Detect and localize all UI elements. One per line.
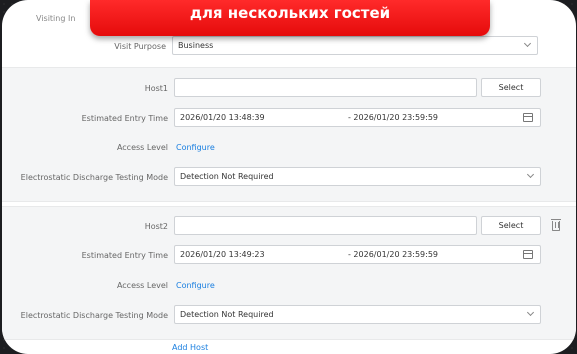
access-level-label: Access Level [116, 281, 168, 290]
entry-end-value: - 2026/01/20 23:59:59 [348, 250, 439, 259]
select-host-button[interactable]: Select [481, 78, 541, 97]
entry-end-value: - 2026/01/20 23:59:59 [348, 113, 439, 122]
calendar-icon[interactable] [523, 113, 533, 122]
host-input[interactable] [174, 78, 477, 97]
esd-mode-label: Electrostatic Discharge Testing Mode [20, 173, 168, 182]
calendar-icon[interactable] [523, 250, 533, 259]
configure-access-link[interactable]: Configure [176, 143, 215, 152]
host-input[interactable] [174, 216, 477, 235]
visit-purpose-label: Visit Purpose [114, 42, 166, 51]
entry-start-value: 2026/01/20 13:49:23 [180, 250, 265, 259]
esd-mode-value: Detection Not Required [180, 310, 274, 319]
chevron-down-icon [526, 170, 535, 179]
esd-mode-value: Detection Not Required [180, 172, 274, 181]
visitor-form-panel: Visiting In Visit Purpose Business Host1… [2, 0, 576, 354]
host-block-1: Host1 Select Estimated Entry Time 2026/0… [2, 67, 576, 202]
entry-time-range-input[interactable]: 2026/01/20 13:48:39 - 2026/01/20 23:59:5… [174, 108, 541, 127]
visit-purpose-select[interactable]: Business [172, 36, 538, 55]
access-level-label: Access Level [116, 143, 168, 152]
esd-mode-label: Electrostatic Discharge Testing Mode [20, 311, 168, 320]
chevron-down-icon [526, 308, 535, 317]
promo-banner: для нескольких гостей [90, 0, 490, 36]
configure-access-link[interactable]: Configure [176, 281, 215, 290]
host-label: Host2 [144, 222, 168, 231]
host-block-2: Host2 Select Estimated Entry Time 2026/0… [2, 206, 576, 340]
entry-time-label: Estimated Entry Time [81, 114, 168, 123]
entry-start-value: 2026/01/20 13:48:39 [180, 113, 265, 122]
section-title: Visiting In [36, 14, 76, 23]
visit-purpose-value: Business [178, 41, 214, 50]
esd-mode-select[interactable]: Detection Not Required [174, 305, 541, 324]
select-host-button[interactable]: Select [481, 216, 541, 235]
chevron-down-icon [523, 39, 532, 48]
entry-time-range-input[interactable]: 2026/01/20 13:49:23 - 2026/01/20 23:59:5… [174, 245, 541, 264]
esd-mode-select[interactable]: Detection Not Required [174, 167, 541, 186]
add-host-link[interactable]: Add Host [172, 343, 208, 352]
entry-time-label: Estimated Entry Time [81, 251, 168, 260]
host-label: Host1 [144, 84, 168, 93]
trash-icon[interactable] [551, 219, 561, 231]
